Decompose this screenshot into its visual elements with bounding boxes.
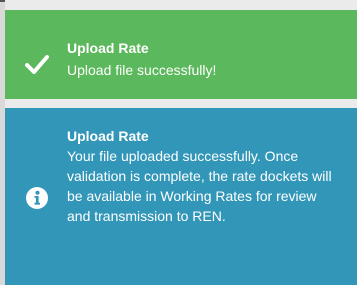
toast-message: Your file uploaded successfully. Once va… <box>67 148 332 224</box>
info-toast[interactable]: Upload Rate Your file uploaded successfu… <box>5 108 357 285</box>
info-toast-body: Upload Rate Your file uploaded successfu… <box>67 127 343 226</box>
toast-title: Upload Rate <box>67 128 149 144</box>
info-circle-icon <box>23 184 51 212</box>
success-toast[interactable]: Upload Rate Upload file successfully! <box>5 10 357 99</box>
toast-title: Upload Rate <box>67 40 149 56</box>
success-toast-body: Upload Rate Upload file successfully! <box>67 39 343 80</box>
checkmark-icon <box>23 50 51 78</box>
background-edge-top <box>0 0 5 2</box>
toast-message: Upload file successfully! <box>67 62 217 78</box>
